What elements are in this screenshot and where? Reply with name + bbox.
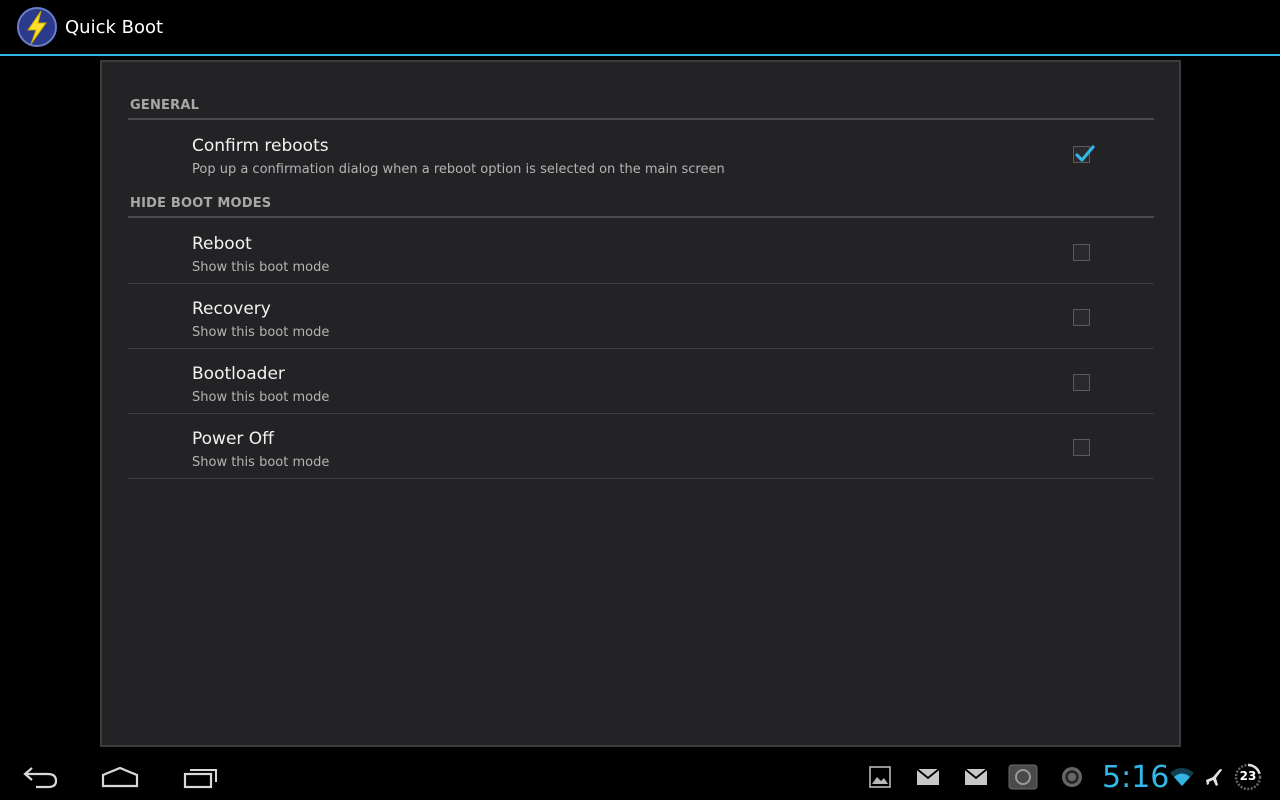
pref-title: Power Off: [192, 429, 274, 449]
pref-title: Confirm reboots: [192, 136, 329, 156]
pref-reboot[interactable]: Reboot Show this boot mode: [128, 226, 1154, 291]
battery-icon[interactable]: 23: [1234, 763, 1262, 791]
section-header-general: GENERAL: [130, 98, 200, 113]
confirm-reboots-checkbox[interactable]: [1073, 145, 1095, 163]
back-icon[interactable]: [22, 764, 60, 794]
pref-summary: Show this boot mode: [192, 260, 330, 275]
pref-bootloader[interactable]: Bootloader Show this boot mode: [128, 356, 1154, 421]
pref-title: Bootloader: [192, 364, 285, 384]
wifi-icon[interactable]: [1169, 766, 1195, 792]
pref-power-off[interactable]: Power Off Show this boot mode: [128, 421, 1154, 486]
section-divider: [128, 216, 1154, 218]
gallery-icon[interactable]: [869, 766, 891, 792]
row-divider: [128, 413, 1154, 414]
recent-apps-icon[interactable]: [182, 764, 220, 794]
app-notification-icon[interactable]: [1008, 763, 1038, 795]
row-divider: [128, 348, 1154, 349]
section-divider: [128, 118, 1154, 120]
pref-summary: Pop up a confirmation dialog when a rebo…: [192, 162, 725, 177]
preferences-panel: GENERAL Confirm reboots Pop up a confirm…: [100, 60, 1181, 747]
quick-boot-logo-icon[interactable]: [16, 6, 58, 48]
row-divider: [128, 478, 1154, 479]
checkmark-icon: [1075, 145, 1095, 162]
battery-level: 23: [1239, 769, 1257, 783]
pref-summary: Show this boot mode: [192, 325, 330, 340]
clock[interactable]: 5:16: [1102, 760, 1169, 795]
email-icon[interactable]: [964, 768, 988, 790]
pref-summary: Show this boot mode: [192, 455, 330, 470]
bootloader-checkbox[interactable]: [1073, 374, 1090, 391]
pref-confirm-reboots[interactable]: Confirm reboots Pop up a confirmation di…: [128, 128, 1154, 193]
pref-title: Recovery: [192, 299, 271, 319]
home-icon[interactable]: [100, 764, 140, 794]
app-title: Quick Boot: [65, 17, 164, 38]
action-bar: Quick Boot: [0, 0, 1280, 56]
section-header-hide-boot-modes: HIDE BOOT MODES: [130, 196, 272, 211]
reboot-checkbox[interactable]: [1073, 244, 1090, 261]
system-bar: 5:16 23: [0, 752, 1280, 800]
email-icon[interactable]: [916, 768, 940, 790]
row-divider: [128, 283, 1154, 284]
pref-title: Reboot: [192, 234, 252, 254]
airplane-mode-icon[interactable]: [1204, 767, 1226, 793]
recovery-checkbox[interactable]: [1073, 309, 1090, 326]
pref-recovery[interactable]: Recovery Show this boot mode: [128, 291, 1154, 356]
pref-summary: Show this boot mode: [192, 390, 330, 405]
sync-icon[interactable]: [1060, 765, 1084, 793]
power-off-checkbox[interactable]: [1073, 439, 1090, 456]
